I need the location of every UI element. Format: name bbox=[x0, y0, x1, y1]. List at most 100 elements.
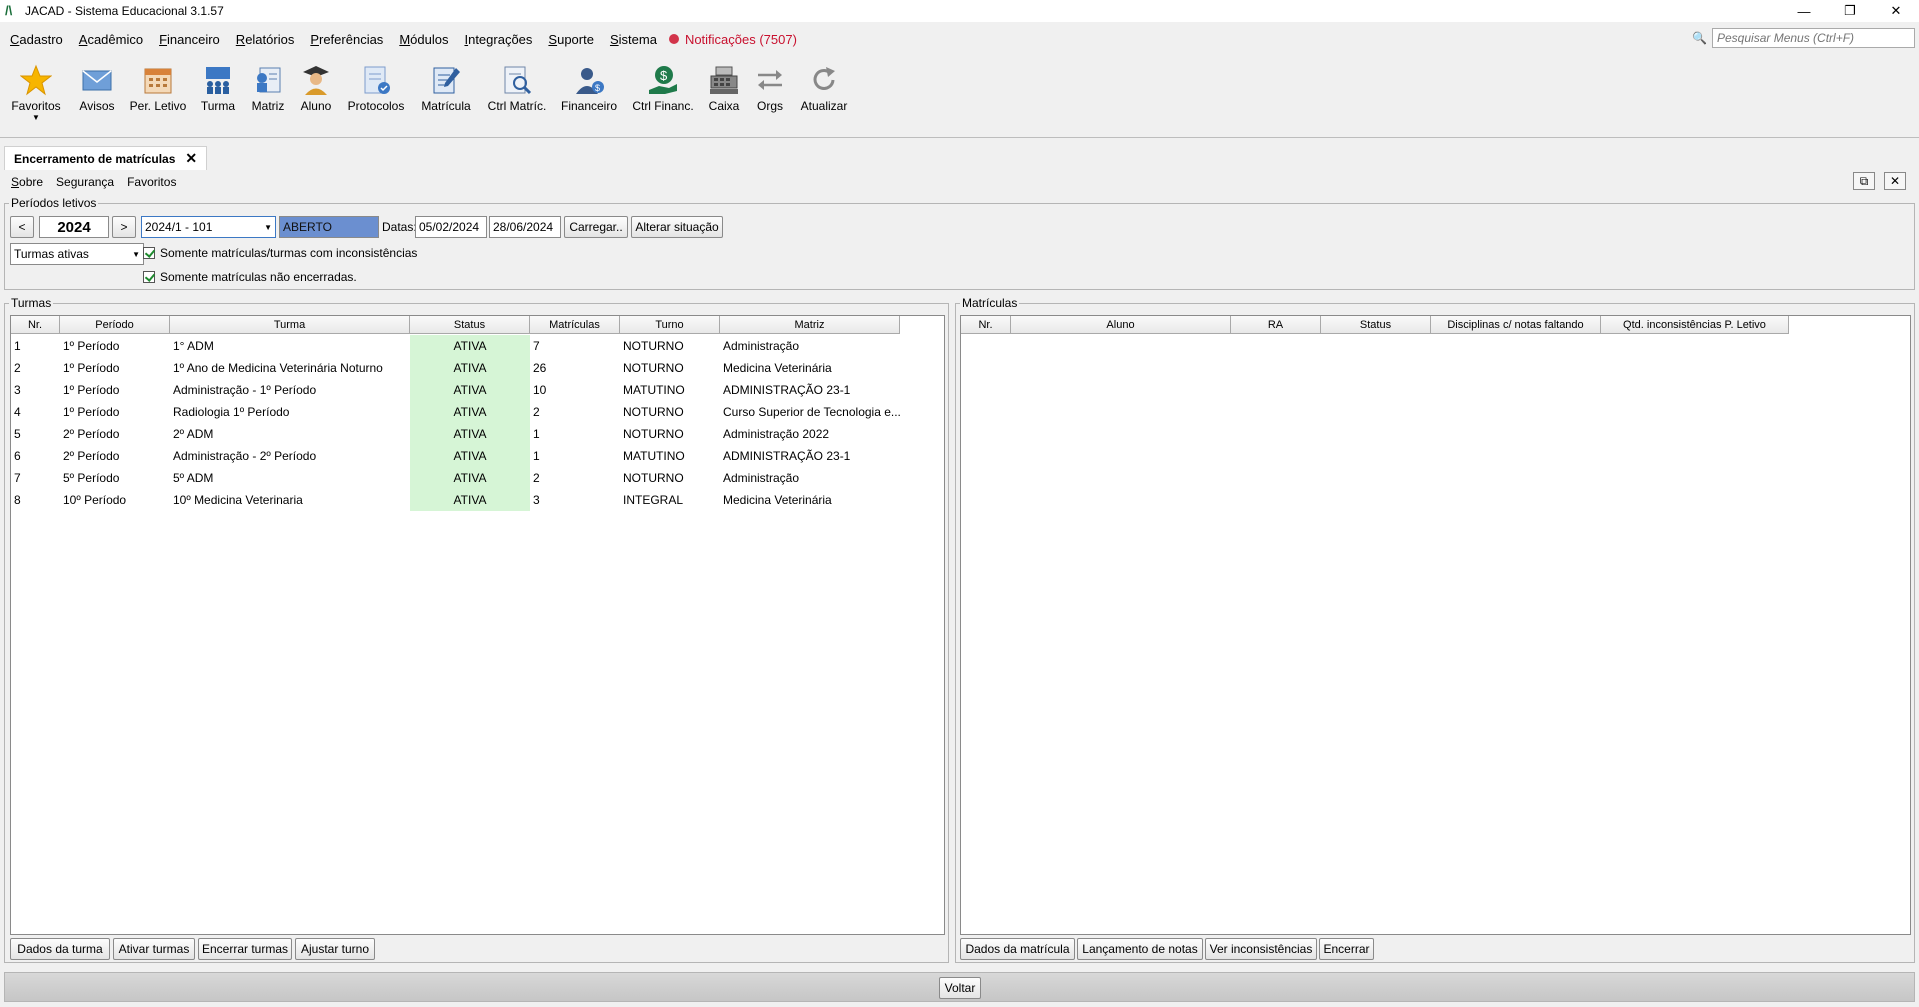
toolbar-matriz[interactable]: Matriz bbox=[248, 64, 288, 113]
cell-matriculas: 2 bbox=[533, 471, 540, 485]
ajustar-turno-button[interactable]: Ajustar turno bbox=[295, 938, 375, 960]
checkbox-checked[interactable] bbox=[143, 271, 155, 283]
toolbar-avisos[interactable]: Avisos bbox=[76, 64, 118, 113]
col-matriculas[interactable]: Matrículas bbox=[530, 316, 620, 334]
toolbar-ctrl-matric[interactable]: Ctrl Matríc. bbox=[486, 64, 548, 113]
lancamento-notas-button[interactable]: Lançamento de notas bbox=[1077, 938, 1203, 960]
col-disciplinas[interactable]: Disciplinas c/ notas faltando bbox=[1431, 316, 1601, 334]
chk-nao-encerradas[interactable]: Somente matrículas não encerradas. bbox=[143, 270, 357, 284]
table-row[interactable]: 1 1º Período 1° ADM ATIVA 7 NOTURNO Administra… bbox=[11, 335, 900, 357]
cell-turno: MATUTINO bbox=[623, 449, 685, 463]
restore-button[interactable]: ❐ bbox=[1827, 0, 1873, 22]
table-row[interactable]: 4 1º Período Radiologia 1º Período ATIVA 2 NO… bbox=[11, 401, 900, 423]
main-toolbar: Favoritos ▼ Avisos Per. Letivo Turma Mat… bbox=[0, 56, 1919, 138]
table-row[interactable]: 7 5º Período 5º ADM ATIVA 2 NOTURNO Administra… bbox=[11, 467, 900, 489]
dados-turma-button[interactable]: Dados da turma bbox=[10, 938, 110, 960]
menu-integracoes[interactable]: Integrações bbox=[464, 32, 532, 47]
dados-matricula-button[interactable]: Dados da matrícula bbox=[960, 938, 1075, 960]
close-tab-icon[interactable]: ✕ bbox=[185, 150, 197, 167]
col-status[interactable]: Status bbox=[410, 316, 530, 334]
chk-inconsistencias[interactable]: Somente matrículas/turmas com inconsistê… bbox=[143, 246, 417, 260]
prev-year-button[interactable]: < bbox=[10, 216, 34, 238]
group-icon bbox=[202, 64, 234, 96]
col-periodo[interactable]: Período bbox=[60, 316, 170, 334]
submenu-favoritos[interactable]: Favoritos bbox=[127, 175, 176, 189]
close-panel-icon[interactable]: ✕ bbox=[1884, 172, 1906, 190]
search-icon: 🔍 bbox=[1692, 31, 1707, 45]
menu-suporte[interactable]: Suporte bbox=[548, 32, 594, 47]
window-controls: — ❐ ✕ bbox=[1781, 0, 1919, 22]
col-matriz[interactable]: Matriz bbox=[720, 316, 900, 334]
col-turno[interactable]: Turno bbox=[620, 316, 720, 334]
col-status[interactable]: Status bbox=[1321, 316, 1431, 334]
chevron-down-icon: ▼ bbox=[32, 113, 40, 122]
table-row[interactable]: 6 2º Período Administração - 2º Período ATI… bbox=[11, 445, 900, 467]
toolbar-favoritos[interactable]: Favoritos ▼ bbox=[10, 64, 62, 122]
toolbar-orgs[interactable]: Orgs bbox=[752, 64, 788, 113]
next-year-button[interactable]: > bbox=[112, 216, 136, 238]
table-row[interactable]: 2 1º Período 1º Ano de Medicina Veterinári… bbox=[11, 357, 900, 379]
cell-status: ATIVA bbox=[410, 335, 530, 357]
menu-preferencias[interactable]: Preferências bbox=[310, 32, 383, 47]
cell-turno: NOTURNO bbox=[623, 405, 684, 419]
close-window-button[interactable]: ✕ bbox=[1873, 0, 1919, 22]
menu-sistema[interactable]: Sistema bbox=[610, 32, 657, 47]
app-logo-icon: /\ bbox=[5, 3, 13, 18]
menu-relatorios[interactable]: Relatórios bbox=[236, 32, 295, 47]
toolbar-financeiro[interactable]: $ Financeiro bbox=[560, 64, 618, 113]
menu-financeiro[interactable]: Financeiro bbox=[159, 32, 220, 47]
cell-matriz: ADMINISTRAÇÃO 23-1 bbox=[723, 383, 851, 397]
cell-matriculas: 3 bbox=[533, 493, 540, 507]
table-row[interactable]: 8 10º Período 10º Medicina Veterinaria ATIV… bbox=[11, 489, 900, 511]
cell-periodo: 1º Período bbox=[63, 383, 120, 397]
ativar-turmas-button[interactable]: Ativar turmas bbox=[113, 938, 195, 960]
notifications-link[interactable]: Notificações (7507) bbox=[668, 32, 797, 47]
ver-inconsistencias-button[interactable]: Ver inconsistências bbox=[1205, 938, 1317, 960]
year-field[interactable]: 2024 bbox=[39, 216, 109, 238]
cell-turma: Radiologia 1º Período bbox=[173, 405, 290, 419]
toolbar-protocolos[interactable]: Protocolos bbox=[346, 64, 406, 113]
menu-search-input[interactable] bbox=[1712, 28, 1915, 48]
col-turma[interactable]: Turma bbox=[170, 316, 410, 334]
cell-matriculas: 1 bbox=[533, 449, 540, 463]
toolbar-per-letivo[interactable]: Per. Letivo bbox=[128, 64, 188, 113]
title-bar: /\ JACAD - Sistema Educacional 3.1.57 — … bbox=[0, 0, 1919, 22]
data-inicio-field[interactable]: 05/02/2024 bbox=[415, 216, 487, 238]
menu-modulos[interactable]: Módulos bbox=[399, 32, 448, 47]
table-row[interactable]: 3 1º Período Administração - 1º Período ATI… bbox=[11, 379, 900, 401]
toolbar-caixa[interactable]: Caixa bbox=[706, 64, 742, 113]
toolbar-atualizar[interactable]: Atualizar bbox=[798, 64, 850, 113]
col-nr[interactable]: Nr. bbox=[961, 316, 1011, 334]
turmas-filter-select[interactable]: Turmas ativas ▼ bbox=[10, 243, 144, 265]
col-aluno[interactable]: Aluno bbox=[1011, 316, 1231, 334]
toolbar-turma[interactable]: Turma bbox=[198, 64, 238, 113]
toolbar-ctrl-financ[interactable]: $ Ctrl Financ. bbox=[630, 64, 696, 113]
cell-matriculas: 10 bbox=[533, 383, 547, 397]
carregar-button[interactable]: Carregar.. bbox=[564, 216, 628, 238]
checkbox-checked[interactable] bbox=[143, 247, 155, 259]
toolbar-aluno[interactable]: Aluno bbox=[296, 64, 336, 113]
table-row[interactable]: 5 2º Período 2º ADM ATIVA 1 NOTURNO Administra… bbox=[11, 423, 900, 445]
col-nr[interactable]: Nr. bbox=[11, 316, 60, 334]
menu-academico[interactable]: Acadêmico bbox=[79, 32, 143, 47]
col-ra[interactable]: RA bbox=[1231, 316, 1321, 334]
alterar-situacao-button[interactable]: Alterar situação bbox=[631, 216, 723, 238]
datas-label: Datas: bbox=[382, 220, 417, 234]
toolbar-matricula[interactable]: Matrícula bbox=[418, 64, 474, 113]
menu-cadastro[interactable]: Cadastro bbox=[10, 32, 63, 47]
detach-window-icon[interactable]: ⧉ bbox=[1853, 172, 1875, 190]
voltar-button[interactable]: Voltar bbox=[939, 977, 981, 999]
periodo-select[interactable]: 2024/1 - 101 ▼ bbox=[141, 216, 276, 238]
cell-matriculas: 26 bbox=[533, 361, 547, 375]
cell-matriz: Administração bbox=[723, 339, 800, 353]
minimize-button[interactable]: — bbox=[1781, 0, 1827, 22]
periodos-letivos-group: Períodos letivos < 2024 > 2024/1 - 101 ▼… bbox=[4, 196, 1915, 290]
cell-periodo: 1º Período bbox=[63, 361, 120, 375]
col-qtd-inconsistencias[interactable]: Qtd. inconsistências P. Letivo bbox=[1601, 316, 1789, 334]
submenu-seguranca[interactable]: Segurança bbox=[56, 175, 114, 189]
encerrar-turmas-button[interactable]: Encerrar turmas bbox=[198, 938, 292, 960]
data-fim-field[interactable]: 28/06/2024 bbox=[489, 216, 561, 238]
submenu-sobre[interactable]: Sobre bbox=[11, 175, 43, 189]
encerrar-button[interactable]: Encerrar bbox=[1319, 938, 1374, 960]
tab-encerramento-matriculas[interactable]: Encerramento de matrículas ✕ bbox=[4, 146, 208, 170]
